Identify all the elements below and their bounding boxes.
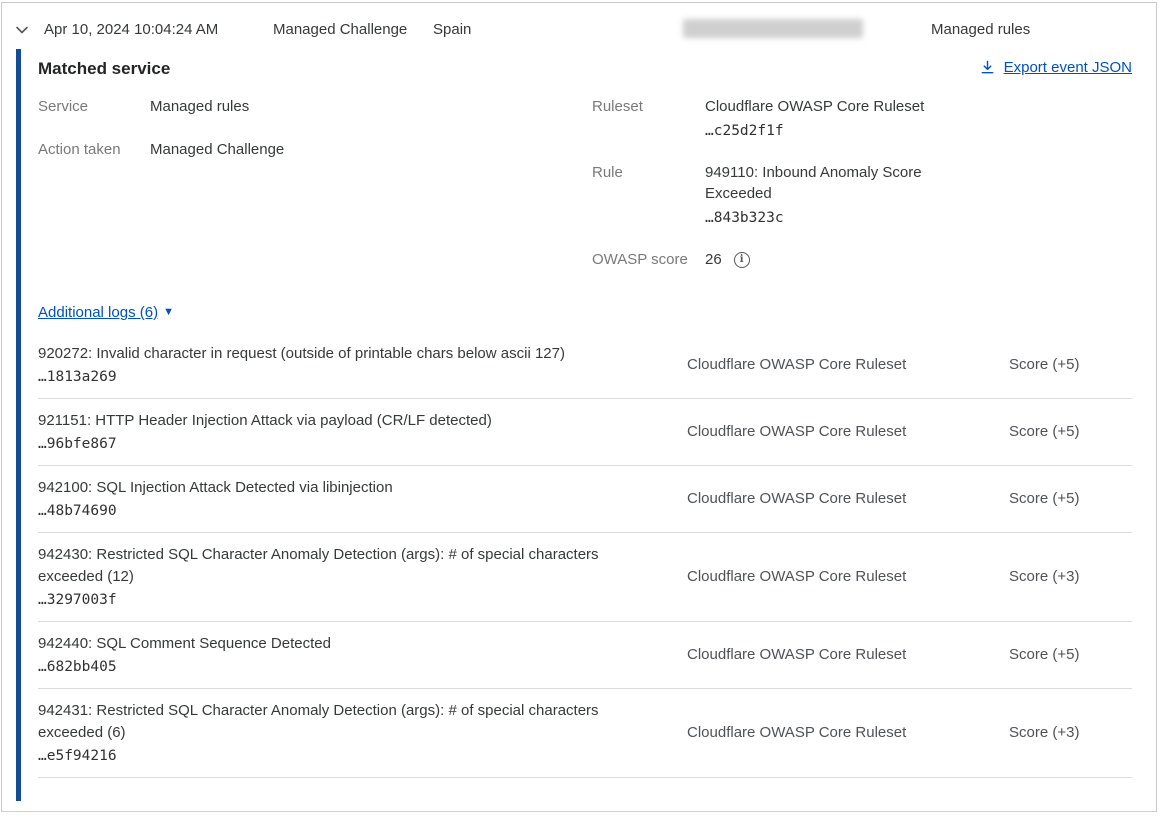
- redacted-hostname: [683, 19, 863, 38]
- event-panel: Apr 10, 2024 10:04:24 AM Managed Challen…: [1, 2, 1157, 812]
- field-service: Service Managed rules: [38, 96, 592, 117]
- log-rule-description: 920272: Invalid character in request (ou…: [38, 343, 648, 365]
- field-action-taken: Action taken Managed Challenge: [38, 139, 592, 160]
- event-country: Spain: [433, 21, 471, 38]
- field-label: Service: [38, 96, 150, 117]
- field-value: 26 i: [705, 249, 750, 270]
- event-timestamp: Apr 10, 2024 10:04:24 AM: [44, 21, 218, 38]
- log-score: Score (+5): [1009, 490, 1127, 507]
- log-row: 942430: Restricted SQL Character Anomaly…: [38, 533, 1132, 622]
- log-score: Score (+5): [1009, 356, 1127, 373]
- ruleset-id-hash: …c25d2f1f: [705, 121, 924, 142]
- chevron-down-icon[interactable]: [14, 22, 30, 38]
- log-ruleset: Cloudflare OWASP Core Ruleset: [687, 646, 937, 663]
- info-icon[interactable]: i: [734, 252, 750, 268]
- log-ruleset: Cloudflare OWASP Core Ruleset: [687, 568, 937, 585]
- event-row-header[interactable]: Apr 10, 2024 10:04:24 AM Managed Challen…: [2, 3, 1156, 49]
- log-score: Score (+3): [1009, 568, 1127, 585]
- log-rule-description: 942440: SQL Comment Sequence Detected: [38, 633, 648, 655]
- log-rule-id-hash: …48b74690: [38, 503, 648, 519]
- field-value: Managed rules: [150, 96, 249, 117]
- event-detail-panel: Matched service Export event JSON Servic…: [2, 49, 1156, 809]
- field-value: Managed Challenge: [150, 139, 284, 160]
- log-row: 942440: SQL Comment Sequence Detected …6…: [38, 622, 1132, 689]
- field-owasp-score: OWASP score 26 i: [592, 249, 1132, 270]
- log-row: 921151: HTTP Header Injection Attack via…: [38, 399, 1132, 466]
- log-rule-id-hash: …682bb405: [38, 659, 648, 675]
- log-rule-id-hash: …96bfe867: [38, 436, 648, 452]
- log-score: Score (+3): [1009, 724, 1127, 741]
- field-label: Rule: [592, 162, 705, 229]
- log-rule-description: 942100: SQL Injection Attack Detected vi…: [38, 477, 648, 499]
- log-rule-description: 921151: HTTP Header Injection Attack via…: [38, 410, 648, 432]
- field-label: OWASP score: [592, 249, 705, 270]
- log-ruleset: Cloudflare OWASP Core Ruleset: [687, 423, 937, 440]
- log-rule-description: 942431: Restricted SQL Character Anomaly…: [38, 700, 648, 744]
- log-rule-id-hash: …1813a269: [38, 369, 648, 385]
- field-value: 949110: Inbound Anomaly Score Exceeded ……: [705, 162, 942, 229]
- matched-service-title: Matched service: [38, 59, 170, 79]
- field-value: Cloudflare OWASP Core Ruleset …c25d2f1f: [705, 96, 924, 142]
- field-rule: Rule 949110: Inbound Anomaly Score Excee…: [592, 162, 1132, 229]
- rule-id-hash: …843b323c: [705, 208, 942, 229]
- log-row: 920272: Invalid character in request (ou…: [38, 332, 1132, 399]
- export-event-json-link[interactable]: Export event JSON: [980, 59, 1132, 76]
- field-ruleset: Ruleset Cloudflare OWASP Core Ruleset …c…: [592, 96, 1132, 142]
- owasp-score-value: 26: [705, 249, 722, 270]
- caret-down-icon: ▼: [163, 307, 174, 318]
- log-rule-id-hash: …e5f94216: [38, 748, 648, 764]
- log-score: Score (+5): [1009, 423, 1127, 440]
- field-label: Ruleset: [592, 96, 705, 142]
- additional-logs-table: 920272: Invalid character in request (ou…: [38, 332, 1132, 778]
- event-action: Managed Challenge: [273, 21, 407, 38]
- selected-row-accent-bar: [16, 49, 21, 801]
- log-rule-description: 942430: Restricted SQL Character Anomaly…: [38, 544, 648, 588]
- log-rule-id-hash: …3297003f: [38, 592, 648, 608]
- log-row: 942431: Restricted SQL Character Anomaly…: [38, 689, 1132, 778]
- log-ruleset: Cloudflare OWASP Core Ruleset: [687, 356, 937, 373]
- additional-logs-toggle[interactable]: Additional logs (6) ▼: [38, 304, 174, 321]
- log-ruleset: Cloudflare OWASP Core Ruleset: [687, 724, 937, 741]
- export-event-json-label: Export event JSON: [1004, 59, 1132, 76]
- additional-logs-label: Additional logs (6): [38, 304, 158, 321]
- log-ruleset: Cloudflare OWASP Core Ruleset: [687, 490, 937, 507]
- field-label: Action taken: [38, 139, 150, 160]
- rule-name: 949110: Inbound Anomaly Score Exceeded: [705, 164, 922, 202]
- event-service: Managed rules: [931, 21, 1030, 38]
- log-score: Score (+5): [1009, 646, 1127, 663]
- ruleset-name: Cloudflare OWASP Core Ruleset: [705, 98, 924, 115]
- log-row: 942100: SQL Injection Attack Detected vi…: [38, 466, 1132, 533]
- download-icon: [980, 60, 995, 75]
